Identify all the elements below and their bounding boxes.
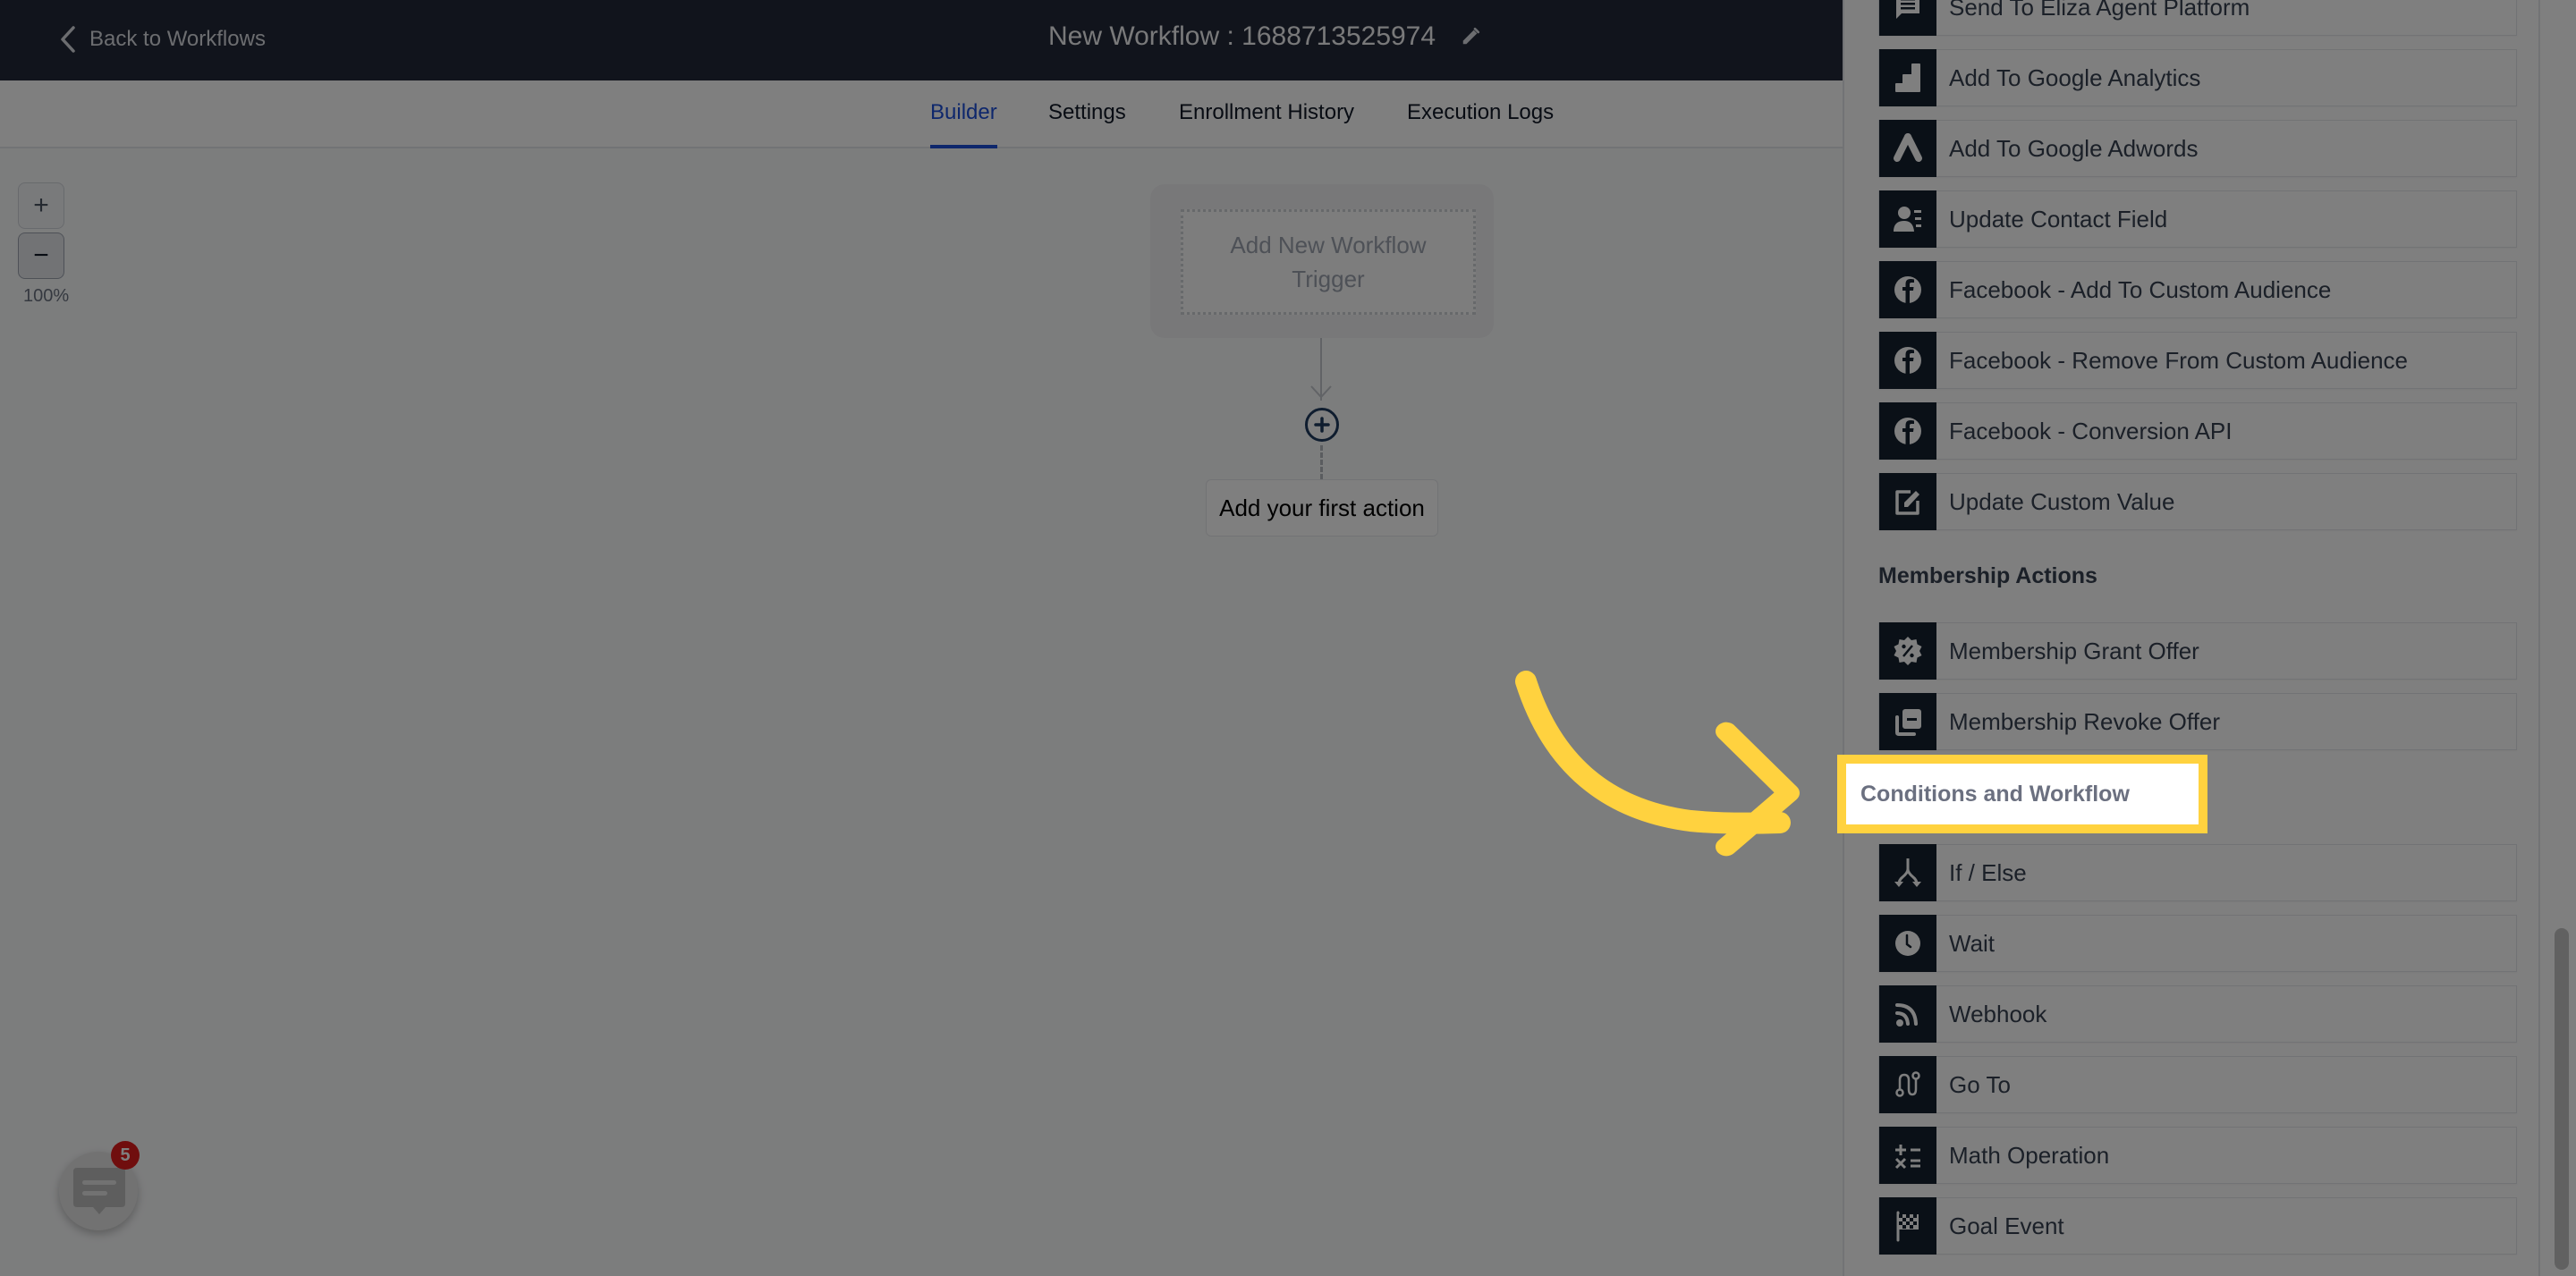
section-conditions-and-workflow: Conditions and Workflow [1860, 781, 2130, 807]
action-facebook-remove-audience[interactable]: Facebook - Remove From Custom Audience [1878, 332, 2517, 389]
section-membership-actions: Membership Actions [1878, 563, 2097, 588]
action-label: Go To [1949, 1070, 2011, 1098]
action-wait[interactable]: Wait [1878, 915, 2517, 972]
action-google-adwords[interactable]: Add To Google Adwords [1878, 120, 2517, 177]
trigger-label: Add New Workflow Trigger [1230, 232, 1427, 292]
workflow-title-text: New Workflow : 1688713525974 [1048, 21, 1436, 51]
action-label: Add To Google Adwords [1949, 134, 2199, 162]
pencil-icon[interactable] [1461, 27, 1480, 46]
panel-divider [2538, 0, 2540, 1276]
highlight-conditions-and-workflow[interactable]: Conditions and Workflow [1837, 755, 2207, 833]
action-label: If / Else [1949, 858, 2027, 886]
workflow-builder-app: Back to Workflows New Workflow : 1688713… [0, 0, 2576, 1276]
google-analytics-icon [1895, 63, 1920, 92]
chat-message-icon [1896, 0, 1919, 19]
action-label: Wait [1949, 929, 1996, 957]
facebook-icon [1894, 276, 1921, 303]
plus-icon [1314, 417, 1330, 433]
add-first-action-button[interactable]: Add your first action [1206, 479, 1438, 537]
top-header: Back to Workflows New Workflow : 1688713… [0, 0, 1843, 80]
action-update-contact-field[interactable]: Update Contact Field [1878, 190, 2517, 248]
chat-widget-button[interactable]: 5 [59, 1141, 140, 1230]
arrowhead-icon [1310, 385, 1332, 399]
action-label: Webhook [1949, 1000, 2047, 1027]
callout-arrow-icon [1515, 671, 1800, 857]
action-label: Add To Google Analytics [1949, 63, 2201, 91]
action-label: Update Custom Value [1949, 487, 2175, 515]
action-facebook-add-audience[interactable]: Facebook - Add To Custom Audience [1878, 261, 2517, 318]
action-label: Facebook - Add To Custom Audience [1949, 275, 2332, 303]
action-go-to[interactable]: Go To [1878, 1056, 2517, 1113]
tab-settings[interactable]: Settings [1048, 100, 1126, 148]
action-label: Membership Grant Offer [1949, 637, 2199, 664]
route-icon [1895, 1071, 1920, 1097]
action-update-custom-value[interactable]: Update Custom Value [1878, 473, 2517, 530]
tab-enrollment-history[interactable]: Enrollment History [1179, 100, 1354, 148]
action-math-operation[interactable]: Math Operation [1878, 1127, 2517, 1184]
discount-badge-icon [1894, 637, 1922, 665]
chevron-left-icon [61, 26, 75, 53]
facebook-icon [1894, 347, 1921, 374]
checkered-flag-icon [1896, 1211, 1919, 1242]
action-label: Facebook - Conversion API [1949, 417, 2233, 444]
tab-builder[interactable]: Builder [930, 100, 997, 148]
action-membership-revoke-offer[interactable]: Membership Revoke Offer [1878, 693, 2517, 750]
edit-square-icon [1895, 490, 1919, 515]
action-facebook-conversion-api[interactable]: Facebook - Conversion API [1878, 402, 2517, 460]
zoom-in-button[interactable]: + [18, 182, 64, 229]
action-google-analytics[interactable]: Add To Google Analytics [1878, 49, 2517, 106]
zoom-out-button[interactable]: − [18, 232, 64, 279]
trigger-node: Add New Workflow Trigger [1150, 184, 1494, 338]
action-label: Update Contact Field [1949, 205, 2168, 232]
panel-scrollbar[interactable] [2555, 0, 2574, 1276]
action-label: Facebook - Remove From Custom Audience [1949, 346, 2408, 374]
zoom-level: 100% [23, 286, 70, 306]
action-membership-grant-offer[interactable]: Membership Grant Offer [1878, 622, 2517, 680]
clock-icon [1895, 931, 1920, 956]
branch-split-icon [1894, 858, 1921, 887]
action-label: Membership Revoke Offer [1949, 707, 2220, 735]
action-label: Send To Eliza Agent Platform [1949, 0, 2250, 21]
action-send-to-eliza[interactable]: Send To Eliza Agent Platform [1878, 0, 2517, 36]
tab-execution-logs[interactable]: Execution Logs [1407, 100, 1554, 148]
add-action-plus-button[interactable] [1305, 408, 1339, 442]
rss-icon [1895, 1003, 1918, 1027]
back-to-workflows-link[interactable]: Back to Workflows [59, 25, 266, 54]
chat-notification-badge: 5 [111, 1141, 140, 1170]
workflow-tabs: Builder Settings Enrollment History Exec… [0, 80, 1843, 148]
action-if-else[interactable]: If / Else [1878, 844, 2517, 901]
action-label: Goal Event [1949, 1212, 2064, 1239]
action-webhook[interactable]: Webhook [1878, 985, 2517, 1043]
google-ads-icon [1894, 133, 1922, 162]
action-goal-event[interactable]: Goal Event [1878, 1197, 2517, 1255]
back-label: Back to Workflows [89, 27, 266, 51]
stack-minus-icon [1895, 709, 1921, 736]
calculator-icon [1894, 1145, 1920, 1170]
action-label: Math Operation [1949, 1141, 2110, 1169]
actions-panel: Send To Eliza Agent Platform Add To Goog… [1843, 0, 2576, 1276]
contact-field-icon [1894, 207, 1921, 232]
dashed-connector [1320, 445, 1323, 479]
scrollbar-thumb[interactable] [2555, 928, 2569, 1270]
add-trigger-button[interactable]: Add New Workflow Trigger [1181, 209, 1476, 315]
facebook-icon [1894, 418, 1921, 444]
workflow-title: New Workflow : 1688713525974 [1048, 21, 1480, 52]
